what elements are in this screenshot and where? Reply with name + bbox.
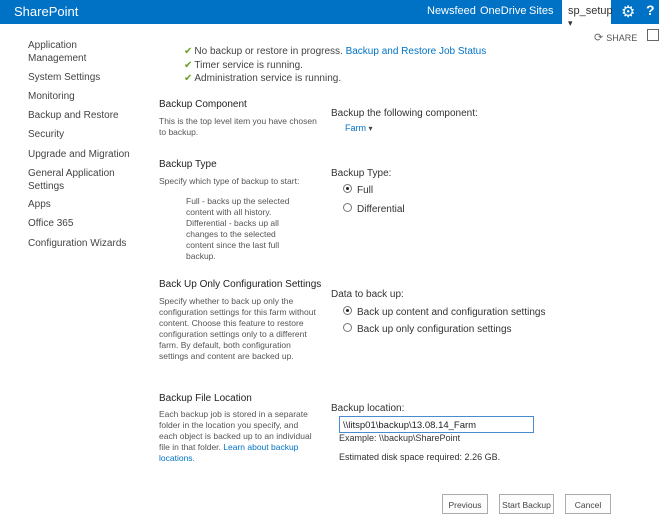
sidebar-item-backup-and-restore[interactable]: Backup and Restore — [28, 109, 138, 122]
status-text: Timer service is running. — [194, 60, 303, 71]
gear-icon[interactable]: ⚙ — [621, 2, 635, 22]
share-icon: ⟳ — [594, 32, 604, 44]
sidebar-item-application-management[interactable]: Application Management — [28, 39, 138, 65]
sidebar-item-office-365[interactable]: Office 365 — [28, 217, 138, 230]
start-backup-button[interactable]: Start Backup — [499, 494, 554, 514]
radio-content-and-config[interactable]: Back up content and configuration settin… — [343, 306, 545, 318]
share-button[interactable]: ⟳ SHARE — [594, 31, 637, 44]
component-dropdown[interactable]: Farm ▾ — [345, 123, 373, 133]
type-detail: Full - backs up the selected content wit… — [186, 196, 290, 261]
radio-label: Back up content and configuration settin… — [357, 307, 546, 318]
component-value: Farm — [345, 123, 366, 133]
radio-full[interactable]: Full — [343, 184, 373, 196]
status-text: No backup or restore in progress. — [194, 46, 346, 57]
sidebar-item-system-settings[interactable]: System Settings — [28, 71, 138, 84]
location-example: Example: \\backup\SharePoint — [339, 433, 461, 443]
sidebar-item-label: General Application Settings — [28, 168, 115, 192]
user-name: sp_setup — [568, 5, 613, 17]
sidebar-item-configuration-wizards[interactable]: Configuration Wizards — [28, 237, 138, 250]
sidebar-item-upgrade-and-migration[interactable]: Upgrade and Migration — [28, 148, 138, 161]
backup-location-input[interactable] — [339, 416, 534, 433]
previous-button[interactable]: Previous — [442, 494, 488, 514]
radio-dot — [343, 306, 352, 315]
check-icon: ✔ — [184, 73, 193, 84]
sidebar-item-label: Application Management — [28, 40, 87, 64]
suite-bar: SharePoint Newsfeed OneDrive Sites sp_se… — [0, 0, 659, 28]
location-heading: Backup File Location — [159, 393, 252, 404]
radio-config-only[interactable]: Back up only configuration settings — [343, 323, 512, 335]
type-heading: Backup Type — [159, 159, 217, 170]
disk-estimate: Estimated disk space required: 2.26 GB. — [339, 452, 501, 462]
status-admin: ✔ Administration service is running. — [184, 73, 341, 84]
radio-label: Back up only configuration settings — [357, 324, 512, 335]
sidebar-item-general-application-settings[interactable]: General Application Settings — [28, 167, 138, 193]
component-desc: This is the top level item you have chos… — [159, 116, 317, 137]
sidebar-item-label: System Settings — [28, 72, 101, 83]
status-text: Administration service is running. — [194, 73, 342, 84]
job-status-link[interactable]: Backup and Restore Job Status — [346, 46, 487, 57]
check-icon: ✔ — [184, 46, 193, 57]
chevron-down-icon: ▾ — [568, 18, 573, 28]
nav-newsfeed[interactable]: Newsfeed — [427, 5, 476, 17]
sidebar-item-label: Configuration Wizards — [28, 238, 127, 249]
radio-dot — [343, 203, 352, 212]
radio-dot — [343, 184, 352, 193]
sidebar-item-security[interactable]: Security — [28, 128, 138, 141]
radio-label: Full — [357, 185, 374, 196]
sidebar-item-label: Upgrade and Migration — [28, 149, 130, 160]
sidebar-item-apps[interactable]: Apps — [28, 198, 138, 211]
status-backup: ✔ No backup or restore in progress. Backu… — [184, 46, 486, 57]
check-icon: ✔ — [184, 60, 193, 71]
chevron-down-icon: ▾ — [368, 124, 373, 133]
sidebar-item-label: Backup and Restore — [28, 110, 119, 121]
focus-mode-icon[interactable] — [647, 29, 659, 41]
user-menu[interactable]: sp_setup ▾ — [562, 0, 613, 28]
brand-label[interactable]: SharePoint — [14, 4, 78, 19]
cancel-button[interactable]: Cancel — [565, 494, 611, 514]
nav-onedrive[interactable]: OneDrive — [480, 5, 526, 17]
sidebar-item-label: Monitoring — [28, 91, 75, 102]
type-label: Backup Type: — [331, 168, 392, 179]
location-label: Backup location: — [331, 403, 405, 414]
sidebar-item-label: Apps — [28, 199, 51, 210]
sidebar-item-label: Security — [28, 129, 65, 140]
help-icon[interactable]: ? — [646, 2, 655, 18]
radio-dot — [343, 323, 352, 332]
status-timer: ✔ Timer service is running. — [184, 60, 303, 71]
radio-label: Differential — [357, 204, 405, 215]
component-heading: Backup Component — [159, 99, 247, 110]
config-heading: Back Up Only Configuration Settings — [159, 279, 322, 290]
config-desc: Specify whether to back up only the conf… — [159, 296, 316, 361]
share-label: SHARE — [606, 33, 638, 43]
location-desc: Each backup job is stored in a separate … — [159, 409, 319, 464]
sidebar-item-label: Office 365 — [28, 218, 74, 229]
config-label: Data to back up: — [331, 289, 404, 300]
nav-sites[interactable]: Sites — [529, 5, 553, 17]
sidebar-item-monitoring[interactable]: Monitoring — [28, 90, 138, 103]
type-desc: Specify which type of backup to start: — [159, 176, 300, 186]
component-label: Backup the following component: — [331, 108, 478, 119]
radio-differential[interactable]: Differential — [343, 203, 405, 215]
